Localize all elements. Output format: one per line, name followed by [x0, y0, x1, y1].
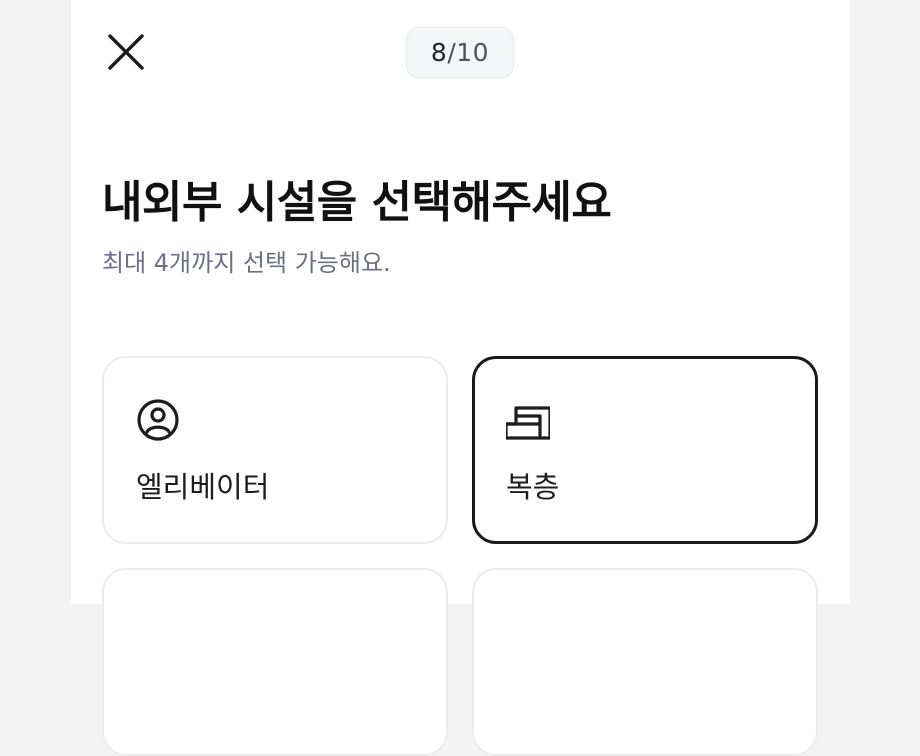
progress-current: 8	[430, 38, 448, 67]
progress-separator: /	[447, 38, 457, 67]
option-card[interactable]	[472, 568, 818, 756]
close-button[interactable]	[104, 30, 148, 74]
option-card-duplex[interactable]: 복층	[472, 356, 818, 544]
option-label: 엘리베이터	[136, 470, 270, 504]
close-icon	[108, 34, 144, 70]
option-card[interactable]	[102, 568, 448, 756]
elevator-person-icon	[137, 399, 179, 441]
option-card-elevator[interactable]: 엘리베이터	[102, 356, 448, 544]
step-progress-badge: 8/10	[406, 27, 514, 78]
duplex-floor-icon	[506, 406, 550, 440]
option-label: 복층	[506, 470, 560, 504]
page-title: 내외부 시설을 선택해주세요	[102, 177, 612, 228]
progress-total: 10	[456, 38, 490, 67]
page-subtitle: 최대 4개까지 선택 가능해요.	[102, 249, 391, 277]
